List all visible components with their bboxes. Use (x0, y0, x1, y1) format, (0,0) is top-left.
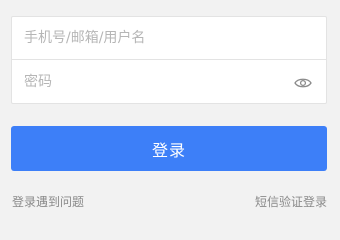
password-input[interactable] (24, 60, 284, 104)
login-screen: 登录 登录遇到问题 短信验证登录 (0, 0, 340, 240)
sms-login-link[interactable]: 短信验证登录 (255, 194, 327, 210)
credentials-card (11, 16, 327, 104)
username-input[interactable] (24, 17, 284, 59)
username-field-row (12, 17, 326, 60)
password-field-row (12, 60, 326, 104)
login-button[interactable]: 登录 (11, 126, 327, 171)
login-trouble-link[interactable]: 登录遇到问题 (12, 194, 84, 210)
eye-icon[interactable] (294, 75, 312, 89)
